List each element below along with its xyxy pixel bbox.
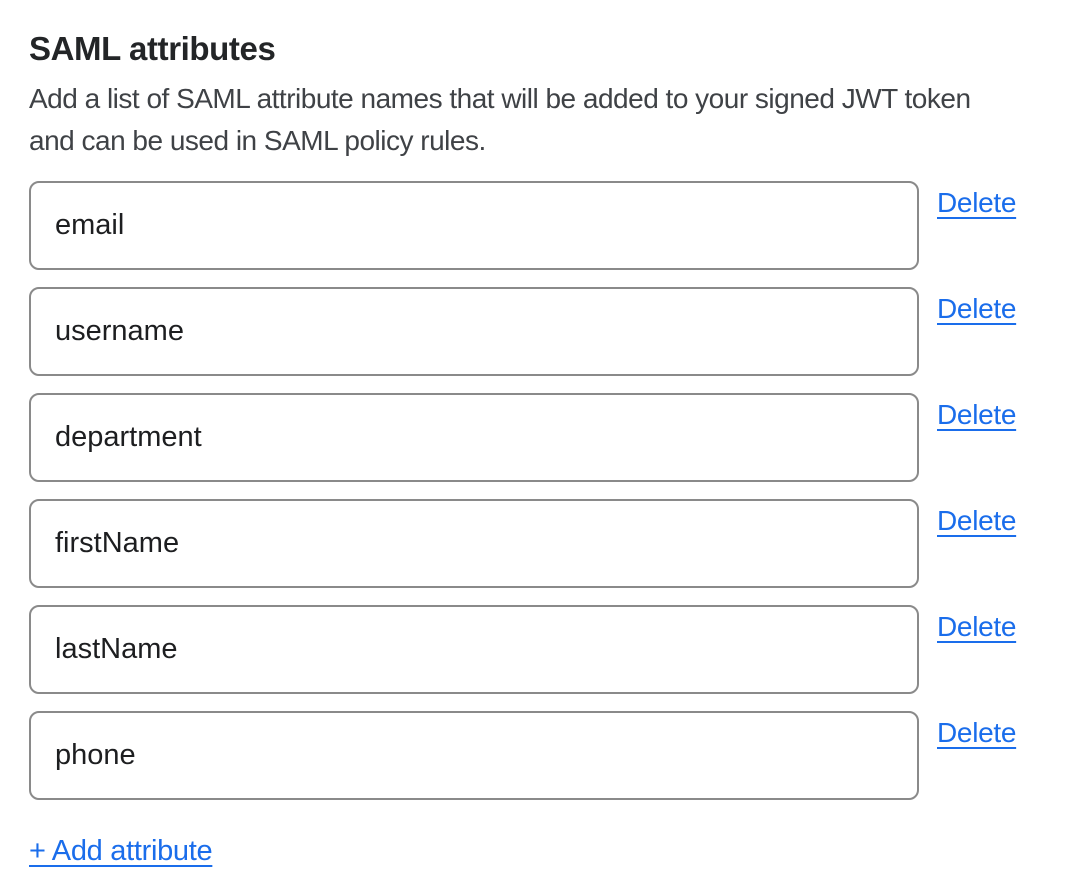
- delete-link[interactable]: Delete: [937, 293, 1016, 325]
- attribute-input[interactable]: [29, 711, 919, 800]
- attribute-rows: Delete Delete Delete Delete Delete Delet…: [29, 181, 1023, 800]
- attribute-input[interactable]: [29, 499, 919, 588]
- section-description: Add a list of SAML attribute names that …: [29, 78, 1023, 162]
- attribute-row: Delete: [29, 605, 1023, 694]
- section-description-line2: and can be used in SAML policy rules.: [29, 125, 486, 156]
- attribute-row: Delete: [29, 393, 1023, 482]
- attribute-row: Delete: [29, 499, 1023, 588]
- page-title: SAML attributes: [29, 30, 1023, 68]
- delete-link[interactable]: Delete: [937, 611, 1016, 643]
- delete-link[interactable]: Delete: [937, 717, 1016, 749]
- attribute-input[interactable]: [29, 393, 919, 482]
- delete-link[interactable]: Delete: [937, 187, 1016, 219]
- saml-attributes-section: SAML attributes Add a list of SAML attri…: [0, 0, 1066, 868]
- attribute-row: Delete: [29, 711, 1023, 800]
- attribute-input[interactable]: [29, 181, 919, 270]
- attribute-input[interactable]: [29, 605, 919, 694]
- attribute-row: Delete: [29, 287, 1023, 376]
- add-attribute-link[interactable]: + Add attribute: [29, 835, 212, 868]
- delete-link[interactable]: Delete: [937, 399, 1016, 431]
- delete-link[interactable]: Delete: [937, 505, 1016, 537]
- attribute-input[interactable]: [29, 287, 919, 376]
- attribute-row: Delete: [29, 181, 1023, 270]
- section-description-line1: Add a list of SAML attribute names that …: [29, 83, 971, 114]
